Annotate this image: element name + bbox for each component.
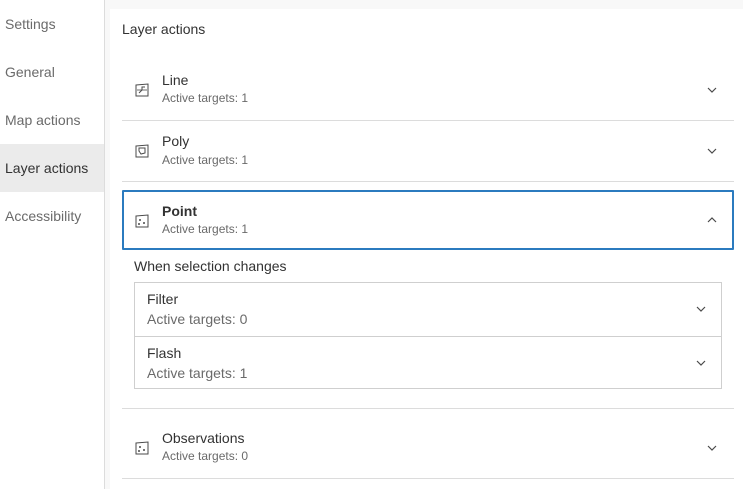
- action-item-flash[interactable]: Flash Active targets: 1: [135, 336, 721, 389]
- side-navigation: Settings General Map actions Layer actio…: [0, 0, 105, 489]
- divider: [122, 478, 734, 479]
- action-list: Filter Active targets: 0 Flash Active ta…: [134, 282, 722, 389]
- layer-name: Line: [162, 72, 189, 88]
- chevron-down-icon[interactable]: [695, 303, 707, 315]
- layer-name: Point: [162, 203, 197, 219]
- layer-row-poly[interactable]: Poly Active targets: 1: [122, 121, 734, 182]
- chevron-down-icon[interactable]: [706, 442, 718, 454]
- nav-item-general[interactable]: General: [0, 48, 104, 96]
- layer-row-observations[interactable]: Observations Active targets: 0: [122, 409, 734, 479]
- nav-item-map-actions[interactable]: Map actions: [0, 96, 104, 144]
- layer-actions-panel: Layer actions Line Active targets: 1 Pol…: [110, 9, 743, 489]
- action-name: Flash: [147, 345, 182, 361]
- layer-name: Poly: [162, 133, 190, 149]
- polygon-layer-icon: [135, 144, 149, 158]
- action-name: Filter: [147, 291, 179, 307]
- chevron-down-icon[interactable]: [706, 145, 718, 157]
- nav-item-accessibility[interactable]: Accessibility: [0, 192, 104, 240]
- action-item-filter[interactable]: Filter Active targets: 0: [135, 283, 721, 336]
- action-targets: Active targets: 1: [147, 365, 248, 381]
- layer-targets: Active targets: 1: [162, 222, 249, 236]
- chevron-down-icon[interactable]: [695, 357, 707, 369]
- line-layer-icon: [135, 83, 149, 97]
- layer-name: Observations: [162, 430, 245, 446]
- action-targets: Active targets: 0: [147, 311, 248, 327]
- divider: [122, 181, 734, 182]
- selection-changes-label: When selection changes: [134, 258, 287, 274]
- point-layer-icon: [135, 441, 149, 455]
- chevron-down-icon[interactable]: [706, 84, 718, 96]
- layer-row-point[interactable]: Point Active targets: 1: [122, 190, 734, 250]
- nav-item-settings[interactable]: Settings: [0, 0, 104, 48]
- nav-item-layer-actions[interactable]: Layer actions: [0, 144, 104, 192]
- layer-targets: Active targets: 1: [162, 153, 249, 167]
- layer-targets: Active targets: 0: [162, 449, 249, 463]
- point-layer-icon: [135, 214, 149, 228]
- layer-targets: Active targets: 1: [162, 91, 249, 105]
- chevron-up-icon[interactable]: [706, 214, 718, 226]
- panel-title: Layer actions: [122, 21, 206, 37]
- main-area: Layer actions Line Active targets: 1 Pol…: [105, 0, 743, 489]
- layer-row-line[interactable]: Line Active targets: 1: [122, 59, 734, 121]
